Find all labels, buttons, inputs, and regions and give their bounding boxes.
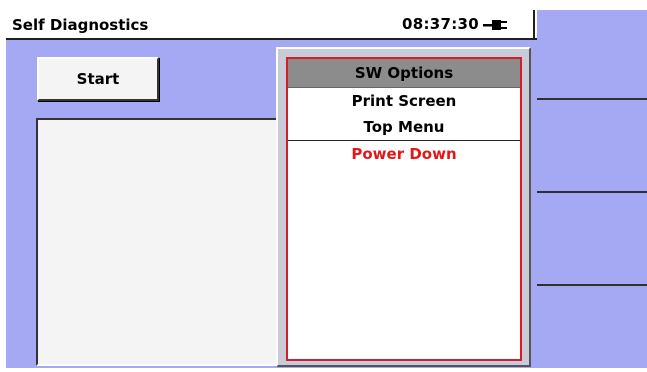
- menu-header: SW Options: [288, 59, 520, 88]
- title-separator: [533, 10, 535, 38]
- page-title: Self Diagnostics: [12, 16, 149, 34]
- soft-key-2[interactable]: [539, 100, 647, 191]
- menu-item-top-menu[interactable]: Top Menu: [288, 114, 520, 140]
- results-area: [36, 118, 278, 366]
- start-button[interactable]: Start: [37, 57, 159, 101]
- menu-item-power-down[interactable]: Power Down: [288, 141, 520, 167]
- ac-plug-icon: [483, 20, 507, 30]
- start-button-label: Start: [76, 70, 120, 88]
- screen: Self Diagnostics 08:37:30 Start SW Optio…: [6, 10, 647, 368]
- sw-options-popup: SW Options Print Screen Top Menu Power D…: [276, 47, 531, 367]
- soft-key-3[interactable]: [539, 193, 647, 284]
- sw-options-menu: SW Options Print Screen Top Menu Power D…: [286, 57, 522, 361]
- menu-item-print-screen[interactable]: Print Screen: [288, 88, 520, 114]
- soft-key-4[interactable]: [539, 286, 647, 368]
- clock: 08:37:30: [402, 15, 480, 33]
- soft-key-1[interactable]: [539, 10, 647, 98]
- title-bar: Self Diagnostics 08:37:30: [6, 10, 537, 40]
